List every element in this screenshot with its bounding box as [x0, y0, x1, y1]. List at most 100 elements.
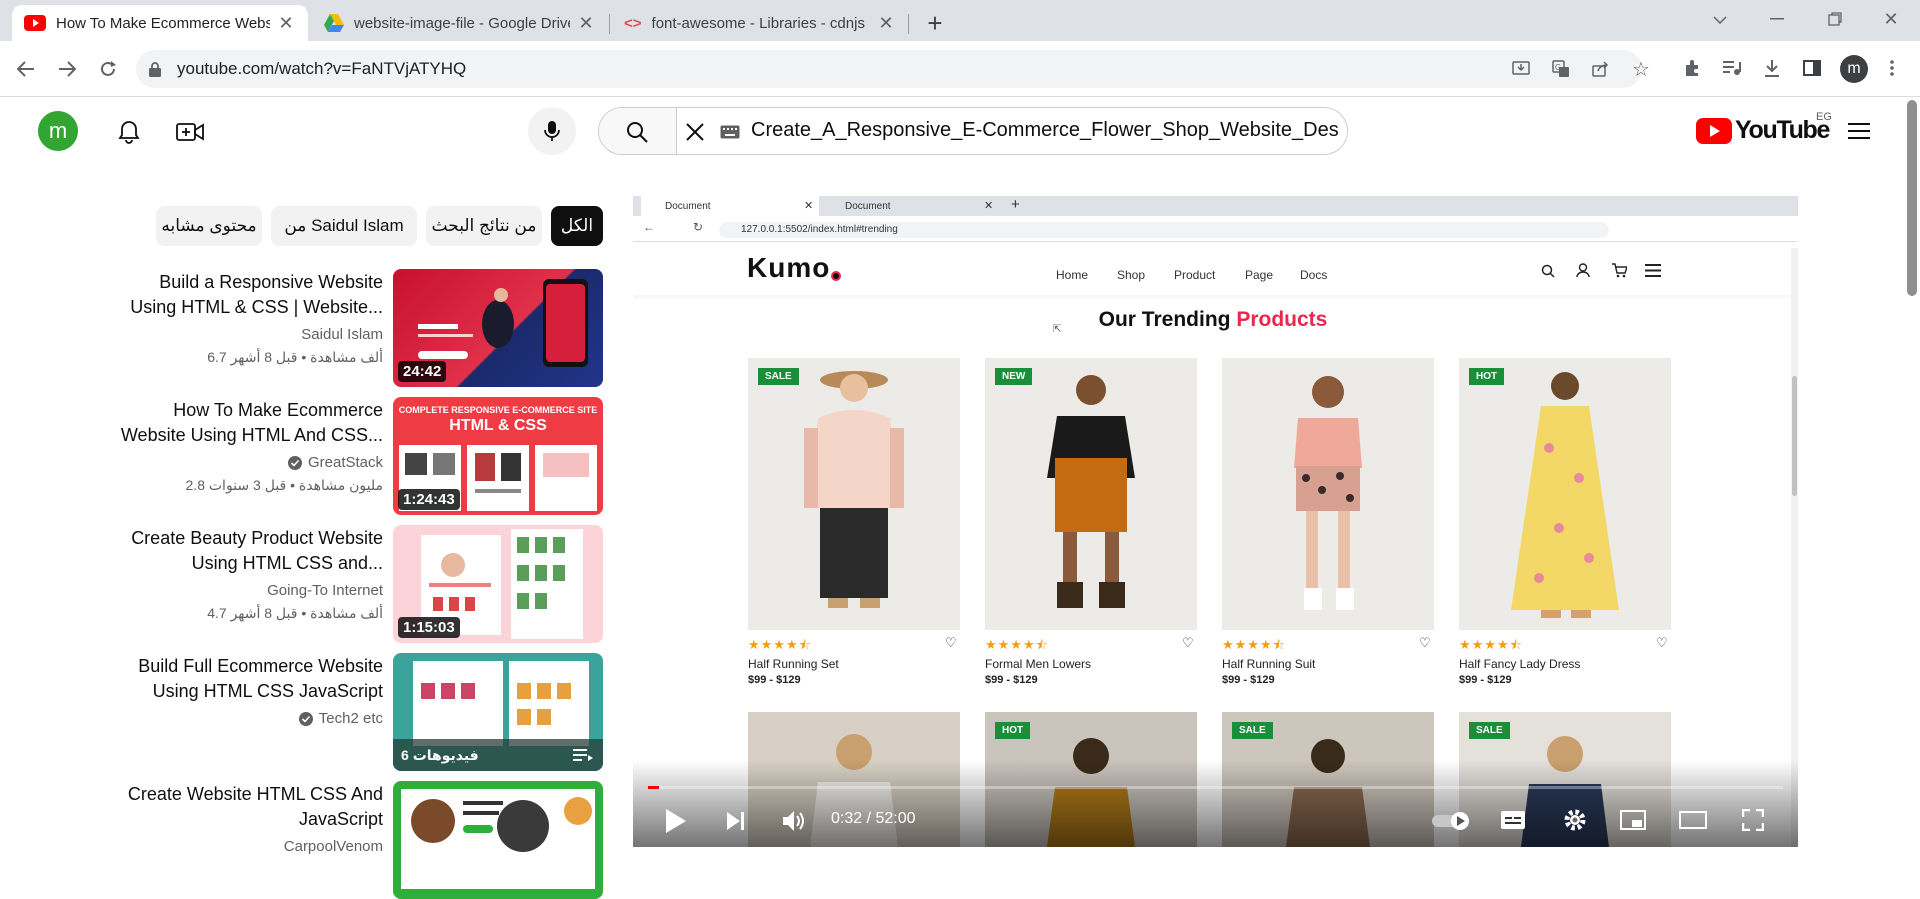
time-current: 0:32	[831, 810, 863, 827]
video-thumbnail[interactable]: 24:42	[393, 269, 603, 387]
product-image	[1459, 358, 1671, 630]
site-menu-icon	[1645, 264, 1661, 277]
reload-icon[interactable]	[94, 55, 122, 83]
downloads-icon[interactable]	[1760, 56, 1784, 80]
notifications-bell-icon[interactable]	[114, 117, 144, 147]
close-tab-icon[interactable]: ✕	[276, 13, 296, 34]
search-input[interactable]: Create_A_Responsive_E-Commerce_Flower_Sh…	[751, 119, 1339, 142]
youtube-logo-icon	[1696, 117, 1732, 144]
settings-gear-icon[interactable]	[1558, 806, 1592, 834]
playlist-icon	[573, 747, 593, 763]
media-controls-icon[interactable]	[1720, 56, 1744, 80]
restore-icon[interactable]	[1820, 6, 1850, 32]
video-title-line: Website Using HTML And CSS...	[120, 425, 383, 445]
close-window-icon[interactable]: ✕	[1876, 6, 1906, 32]
keyboard-icon[interactable]	[719, 123, 741, 141]
channel-name[interactable]: Saidul Islam	[301, 326, 383, 343]
video-thumbnail[interactable]: COMPLETE RESPONSIVE E-COMMERCE SITE HTML…	[393, 397, 603, 515]
guide-menu-icon[interactable]	[1844, 116, 1874, 146]
site-nav-shop: Shop	[1117, 268, 1146, 282]
site-nav-product: Product	[1174, 268, 1216, 282]
channel-name[interactable]: Tech2 etc	[298, 710, 383, 727]
video-player[interactable]: Document ✕ Document ✕ + ← ↻ 127.0.0.1:5502…	[633, 196, 1798, 847]
channel-label: GreatStack	[307, 454, 383, 471]
bookmark-star-icon[interactable]: ☆	[1630, 58, 1652, 81]
subtitles-icon[interactable]	[1496, 806, 1530, 834]
browser-tab-drive[interactable]: website-image-file - Google Drive ✕	[312, 5, 608, 41]
install-app-icon[interactable]	[1510, 59, 1532, 79]
browser-tab-strip: How To Make Ecommerce Website ✕ website-…	[0, 0, 1920, 41]
cdnjs-icon: <>	[624, 14, 642, 32]
extensions-icon[interactable]	[1681, 56, 1705, 80]
close-tab-icon[interactable]: ✕	[576, 13, 596, 34]
browser-tab-youtube[interactable]: How To Make Ecommerce Website ✕	[12, 5, 308, 41]
minimize-icon[interactable]	[1762, 6, 1792, 32]
section-title-accent: Products	[1236, 308, 1328, 331]
forward-icon[interactable]	[53, 55, 81, 83]
translate-icon[interactable]: G	[1550, 59, 1572, 79]
side-panel-icon[interactable]	[1800, 56, 1824, 80]
product-price: $99 - $129	[1459, 674, 1512, 686]
chrome-menu-icon[interactable]	[1882, 56, 1902, 80]
video-meta: 2.8 مليون مشاهدة • قبل 3 سنوات	[185, 477, 383, 493]
youtube-logo[interactable]: YouTube	[1696, 116, 1830, 145]
time-display: 0:32 / 52:00	[831, 810, 916, 827]
play-icon[interactable]	[660, 805, 692, 837]
tab-title: How To Make Ecommerce Website	[56, 14, 270, 32]
clear-search-icon[interactable]	[683, 120, 707, 144]
profile-avatar[interactable]: m	[1840, 55, 1868, 83]
product-badge: SALE	[758, 368, 799, 385]
star-rating: ★★★★⯪	[1459, 637, 1523, 652]
verified-icon	[298, 711, 313, 726]
video-thumbnail[interactable]: 1:15:03	[393, 525, 603, 643]
miniplayer-icon[interactable]	[1616, 806, 1650, 834]
voice-search-icon[interactable]	[528, 107, 576, 155]
next-icon[interactable]	[720, 805, 752, 837]
section-title-main: Our Trending	[1098, 308, 1231, 331]
volume-icon[interactable]	[778, 805, 810, 837]
close-tab-icon[interactable]: ✕	[876, 13, 896, 34]
video-thumbnail[interactable]	[393, 781, 603, 899]
chip-related[interactable]: محتوى مشابه	[156, 206, 262, 246]
mouse-cursor-icon: ⇱	[1053, 324, 1062, 335]
search-button[interactable]	[599, 108, 677, 154]
autoplay-toggle[interactable]	[1428, 808, 1472, 832]
video-title-line: Using HTML CSS JavaScript	[152, 681, 383, 701]
browser-tab-cdnjs[interactable]: <> font-awesome - Libraries - cdnjs ✕	[612, 5, 908, 41]
channel-name[interactable]: Going-To Internet	[267, 582, 383, 599]
fullscreen-icon[interactable]	[1736, 806, 1770, 834]
tab-title: website-image-file - Google Drive	[354, 14, 570, 32]
progress-bar[interactable]	[648, 786, 1783, 789]
playlist-thumbnail[interactable]: 6 فيديوهات	[393, 653, 603, 771]
video-duration: 1:15:03	[398, 617, 460, 638]
video-title[interactable]: Build a Responsive Website Using HTML & C…	[93, 270, 383, 320]
product-badge: NEW	[995, 368, 1033, 385]
back-icon[interactable]	[12, 55, 40, 83]
video-title[interactable]: Create Website HTML CSS And JavaScript	[93, 782, 383, 832]
product-image	[748, 358, 960, 630]
svg-text:G: G	[1555, 63, 1561, 72]
video-title[interactable]: How To Make Ecommerce Website Using HTML …	[93, 398, 383, 448]
chip-all[interactable]: الكل	[551, 206, 603, 246]
new-tab-icon[interactable]: +	[920, 8, 950, 38]
verified-icon	[287, 455, 302, 470]
youtube-icon	[24, 15, 46, 31]
site-logo-text: Kumo	[747, 252, 831, 283]
chip-from-channel[interactable]: من Saidul Islam	[271, 206, 417, 246]
lock-icon[interactable]	[148, 61, 162, 77]
address-bar[interactable]: youtube.com/watch?v=FaNTVjATYHQ G ☆	[136, 50, 1650, 88]
page-scrollbar-thumb[interactable]	[1907, 100, 1917, 296]
tab-search-icon[interactable]	[1705, 8, 1735, 32]
create-video-icon[interactable]	[174, 117, 206, 147]
share-icon[interactable]	[1590, 59, 1612, 79]
channel-name[interactable]: GreatStack	[287, 454, 383, 471]
tab-divider	[609, 14, 610, 34]
youtube-avatar[interactable]: m	[38, 111, 78, 151]
video-title[interactable]: Create Beauty Product Website Using HTML …	[93, 526, 383, 576]
video-title-line: Create Website HTML CSS And	[127, 784, 383, 804]
inner-close-icon: ✕	[984, 200, 994, 212]
chip-from-search[interactable]: من نتائج البحث	[426, 206, 542, 246]
video-title[interactable]: Build Full Ecommerce Website Using HTML C…	[93, 654, 383, 704]
inner-scrollbar-thumb	[1792, 376, 1797, 496]
theater-mode-icon[interactable]	[1676, 806, 1710, 834]
